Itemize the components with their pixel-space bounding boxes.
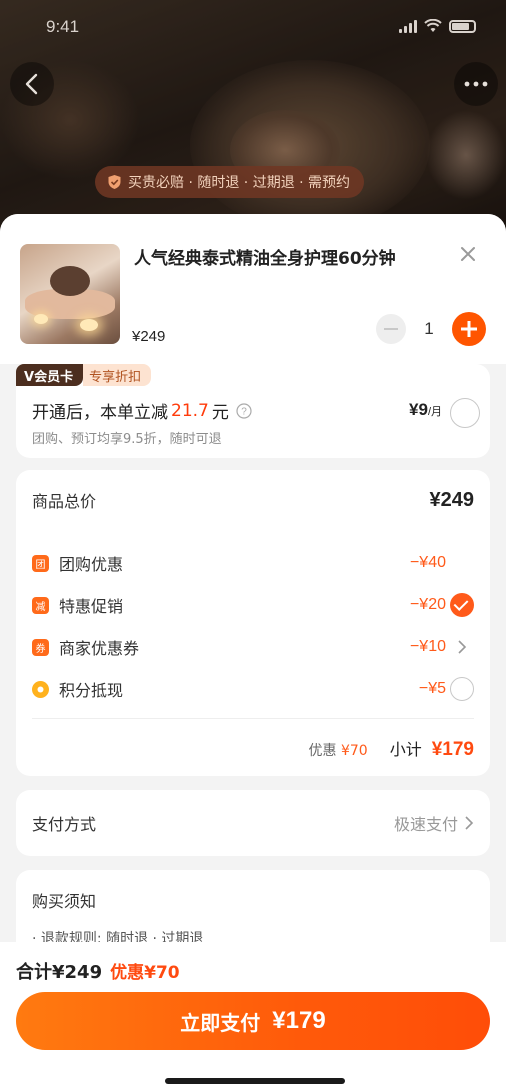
discount-label: 商家优惠券: [59, 639, 140, 658]
member-price: ¥9/月: [409, 400, 442, 419]
member-tag-discount: 专享折扣: [83, 364, 152, 386]
member-tag-label: V会员卡: [16, 364, 84, 386]
divider: [32, 718, 474, 719]
pay-button-amount: ¥179: [272, 1007, 326, 1034]
discount-label: 积分抵现: [59, 681, 124, 700]
pay-now-button[interactable]: 立即支付 ¥179: [16, 992, 490, 1050]
product-price: ¥249: [132, 328, 166, 345]
minus-icon: [384, 328, 398, 330]
member-card-offer[interactable]: V会员卡 专享折扣 开通后，本单立减 21.7 元 ? 团购、预订均享9.5折，…: [16, 364, 490, 458]
guarantee-banner: 买贵必赔 · 随时退 · 过期退 · 需预约: [95, 166, 365, 198]
guarantee-text: 买贵必赔 · 随时退 · 过期退 · 需预约: [128, 175, 351, 191]
more-button[interactable]: [454, 62, 498, 106]
discount-row-coupon[interactable]: 券 商家优惠券 −¥10: [32, 632, 474, 662]
points-coin-icon: [32, 680, 49, 698]
svg-text:?: ?: [241, 406, 247, 417]
checkout-discount: 优惠¥70: [110, 963, 180, 983]
product-title: 人气经典泰式精油全身护理60分钟: [134, 249, 396, 269]
total-label: 商品总价: [32, 492, 97, 511]
wifi-icon: [424, 19, 442, 32]
discount-row-promotion[interactable]: 减 特惠促销 −¥20: [32, 590, 474, 620]
chevron-right-icon: [458, 640, 467, 654]
pay-button-label: 立即支付: [180, 1010, 261, 1035]
discount-value: −¥5: [418, 680, 446, 697]
subtotal-value: ¥179: [431, 739, 474, 760]
member-main-text: 开通后，本单立减 21.7 元 ?: [32, 398, 252, 423]
signal-icon: [399, 19, 417, 33]
quantity-stepper: 1: [376, 312, 486, 346]
order-sheet: 人气经典泰式精油全身护理60分钟 ¥249 1 V会员卡 专享折扣 开通后，本单…: [0, 214, 506, 954]
product-thumbnail: [20, 244, 120, 344]
status-bar: 9:41: [0, 0, 506, 54]
home-indicator: [165, 1078, 345, 1084]
discount-value: −¥20: [409, 596, 446, 613]
points-radio[interactable]: [450, 677, 474, 701]
member-tag: V会员卡 专享折扣: [16, 364, 152, 386]
checkout-total: 合计¥249: [16, 962, 103, 983]
chevron-left-icon: [25, 73, 38, 95]
checked-icon[interactable]: [450, 593, 474, 617]
payment-value: 极速支付: [394, 811, 474, 835]
status-time: 9:41: [46, 17, 80, 36]
discount-value: −¥40: [409, 554, 446, 571]
discount-value: −¥10: [409, 638, 446, 655]
product-card: 人气经典泰式精油全身护理60分钟 ¥249 1: [0, 214, 506, 364]
promotion-icon: 减: [32, 596, 49, 614]
total-row: 商品总价 ¥249: [32, 488, 474, 512]
quantity-value: 1: [424, 319, 434, 338]
decrease-button[interactable]: [376, 314, 406, 344]
discount-label: 特惠促销: [59, 597, 124, 616]
saved-label: 优惠 ¥70: [308, 743, 368, 759]
chevron-right-icon: [465, 816, 474, 830]
coupon-icon: 券: [32, 638, 49, 656]
more-dots-icon: [464, 81, 488, 87]
notes-heading: 购买须知: [32, 892, 97, 911]
close-icon[interactable]: [456, 242, 480, 266]
increase-button[interactable]: [452, 312, 486, 346]
discount-row-group-buy: 团 团购优惠 −¥40: [32, 548, 474, 578]
member-subtitle: 团购、预订均享9.5折，随时可退: [32, 432, 222, 447]
discount-label: 团购优惠: [59, 555, 124, 574]
checkout-bar: 合计¥249 优惠¥70 立即支付 ¥179: [0, 942, 506, 1092]
payment-label: 支付方式: [32, 815, 97, 834]
battery-icon: [449, 19, 476, 33]
back-button[interactable]: [10, 62, 54, 106]
checkout-summary: 合计¥249 优惠¥70: [16, 958, 180, 984]
total-value: ¥249: [429, 488, 475, 511]
vip-v-icon: V: [24, 370, 35, 385]
group-buy-icon: 团: [32, 554, 49, 572]
price-breakdown: 商品总价 ¥249 团 团购优惠 −¥40 减 特惠促销 −¥20 券 商家优惠…: [16, 470, 490, 776]
member-save-amount: 21.7: [171, 400, 209, 421]
subtotal-row: 优惠 ¥70 小计 ¥179: [309, 736, 474, 761]
subtotal-label: 小计: [389, 740, 422, 759]
discount-row-points[interactable]: 积分抵现 −¥5: [32, 674, 474, 704]
member-select-radio[interactable]: [450, 398, 480, 428]
shield-icon: [108, 175, 121, 189]
payment-method-row[interactable]: 支付方式 极速支付: [16, 790, 490, 856]
info-icon[interactable]: ?: [236, 402, 252, 419]
